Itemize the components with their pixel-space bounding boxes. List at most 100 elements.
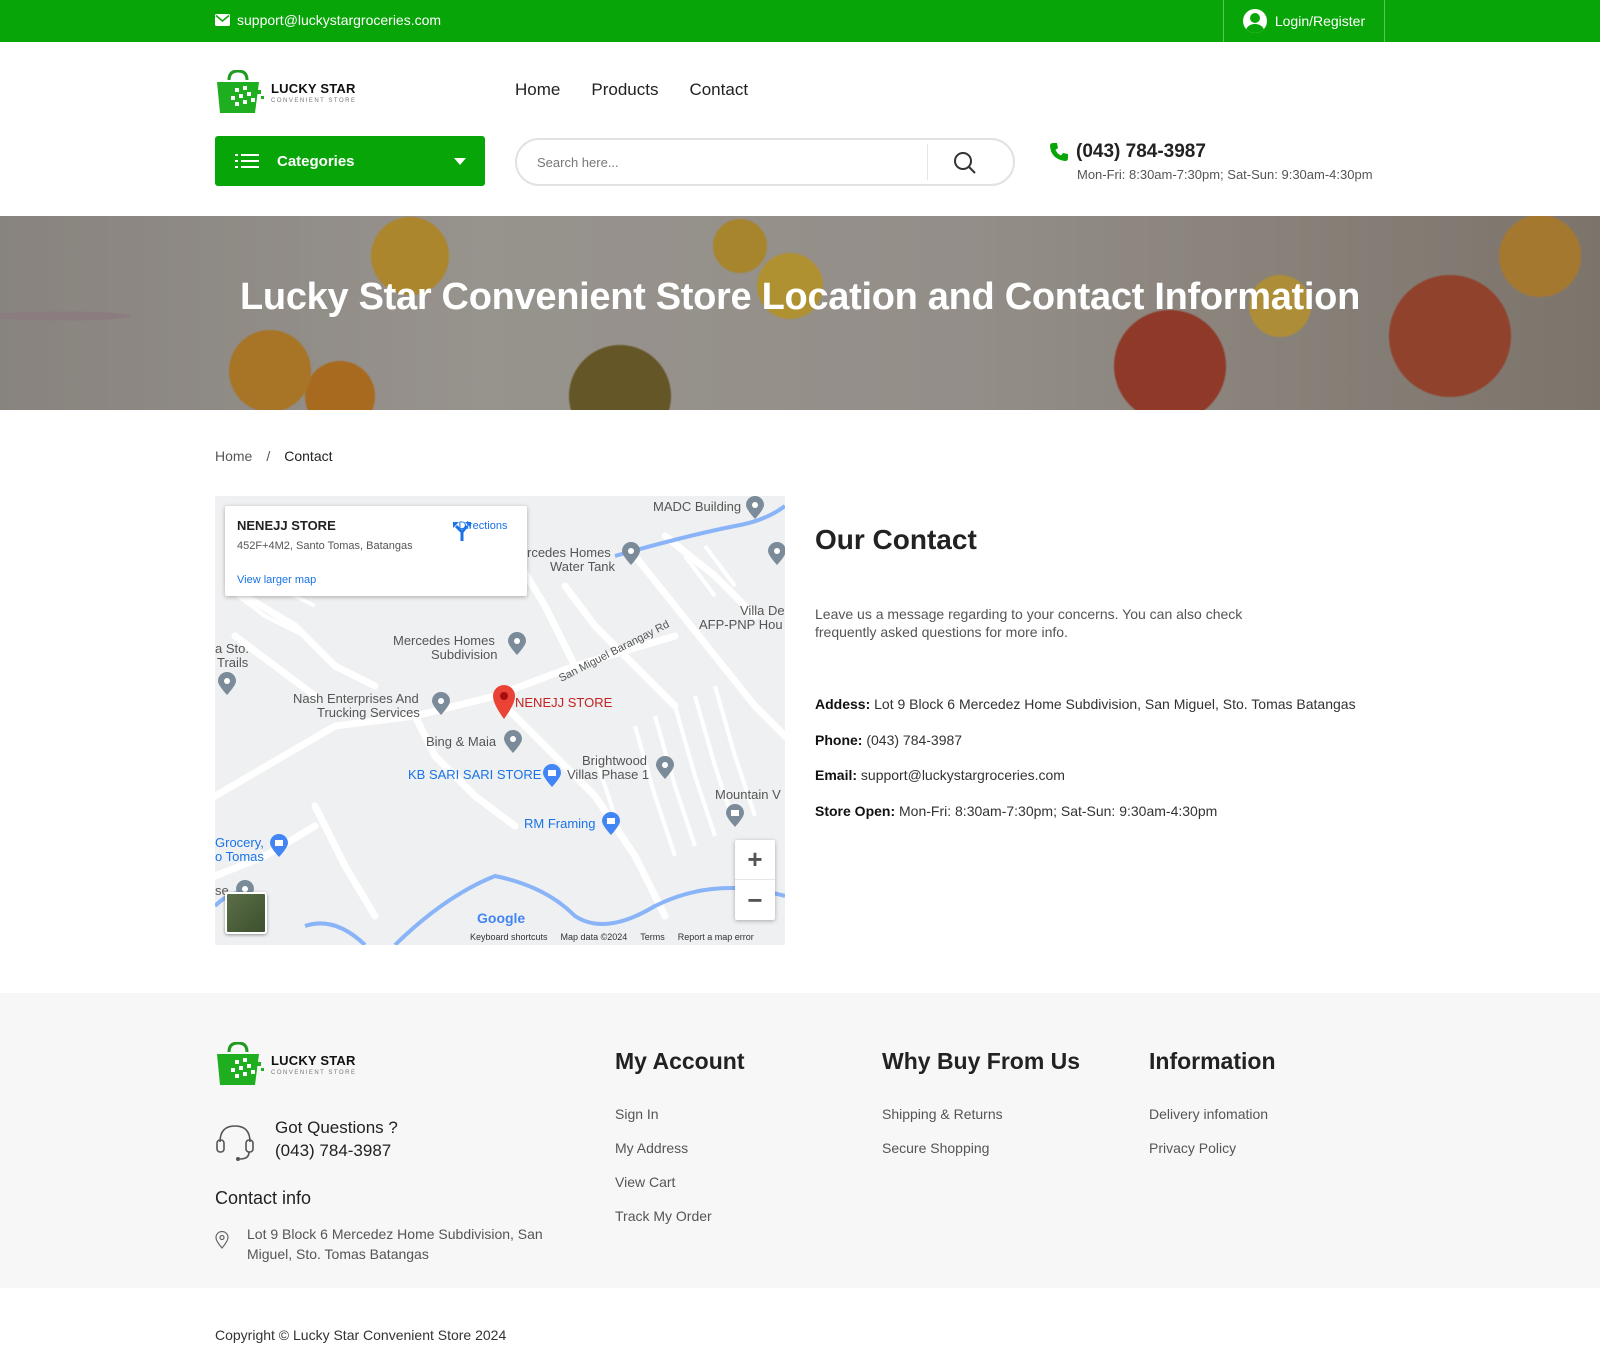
categories-label: Categories [277,152,355,170]
shopping-bag-logo-icon [217,70,264,113]
main-nav: Home Products Contact [515,80,748,100]
footer-link-secure-shopping[interactable]: Secure Shopping [882,1140,989,1156]
phone-icon [1050,143,1068,161]
location-pin-icon[interactable] [491,684,517,720]
contact-address-value: Lot 9 Block 6 Mercedez Home Subdivision,… [874,696,1356,712]
top-email-text: support@luckystargroceries.com [237,12,442,28]
footer-got-questions: Got Questions ? [275,1118,398,1137]
nav-products[interactable]: Products [591,80,658,100]
map-label-brightwood-1: Brightwood [582,753,648,768]
map-info-card: NENEJJ STORE 452F+4M2, Santo Tomas, Bata… [225,506,527,596]
footer-link-delivery-information[interactable]: Delivery infomation [1149,1106,1268,1122]
envelope-icon [215,14,230,26]
map-label-nash-1: Nash Enterprises And [293,691,419,706]
footer-address: Lot 9 Block 6 Mercedez Home Subdivision,… [247,1226,543,1262]
top-bar: support@luckystargroceries.com Login/Reg… [0,0,1600,42]
search-input[interactable] [537,142,917,182]
shopping-poi-icon[interactable] [601,812,621,836]
breadcrumb: Home / Contact [215,448,333,464]
map-poi-icon[interactable] [621,542,641,566]
map-poi-icon[interactable] [217,672,237,696]
logo-subtitle: CONVENIENT STORE [271,97,357,104]
top-email[interactable]: support@luckystargroceries.com [215,12,441,28]
map-poi-icon[interactable] [767,542,785,566]
map-label-water-tank-1: rcedes Homes [527,545,611,560]
map-label-mountain: Mountain V [715,787,781,802]
map-poi-icon[interactable] [431,692,451,716]
map-label-sto-1: a Sto. [215,641,249,656]
map-label-sto-2: Trails [217,655,249,670]
breadcrumb-home[interactable]: Home [215,448,252,464]
search-icon[interactable] [952,150,978,176]
contact-address-label: Addess: [815,696,871,712]
map-label-madc: MADC Building [653,499,742,514]
map-place-address: 452F+4M2, Santo Tomas, Batangas [237,540,413,552]
logo-title: LUCKY STAR [271,80,356,96]
map-satellite-toggle[interactable] [225,892,267,934]
footer-link-track-order[interactable]: Track My Order [615,1208,712,1224]
view-larger-map-link[interactable]: View larger map [237,574,316,586]
hero-banner: Lucky Star Convenient Store Location and… [0,216,1600,410]
contact-hours-label: Store Open: [815,803,896,819]
cart-poi-icon[interactable] [269,834,289,858]
our-contact-title: Our Contact [815,524,977,555]
search-divider [927,144,928,180]
contact-phone-row: Phone: (043) 784-3987 [815,732,962,748]
footer-link-shipping-returns[interactable]: Shipping & Returns [882,1106,1003,1122]
footer-link-my-address[interactable]: My Address [615,1140,688,1156]
keyboard-shortcuts-link[interactable]: Keyboard shortcuts [470,932,548,942]
page-title: Lucky Star Convenient Store Location and… [240,276,1360,318]
map-label-bing-maia: Bing & Maia [426,734,497,749]
our-contact-description: Leave us a message regarding to your con… [815,606,1243,640]
copyright-text: Copyright © Lucky Star Convenient Store … [215,1327,507,1343]
zoom-out-button[interactable]: − [735,880,775,920]
login-register-button[interactable]: Login/Register [1223,0,1385,42]
map-label-grocery-1: Grocery, [215,835,264,850]
map-label-kb-sari: KB SARI SARI STORE [408,767,542,782]
footer-link-privacy-policy[interactable]: Privacy Policy [1149,1140,1236,1156]
location-pin-icon [215,1231,229,1249]
footer-logo[interactable]: LUCKY STAR CONVENIENT STORE [215,1042,356,1086]
contact-phone-value[interactable]: (043) 784-3987 [866,732,962,748]
zoom-in-button[interactable]: + [735,840,775,880]
footer-contact-info-title: Contact info [215,1188,312,1208]
headset-icon [216,1125,254,1161]
footer-link-view-cart[interactable]: View Cart [615,1174,675,1190]
map-label-water-tank-2: Water Tank [550,559,616,574]
map-poi-icon[interactable] [503,730,523,754]
map-data-text: Map data ©2024 [560,932,628,942]
contact-email-row: Email: support@luckystargroceries.com [815,767,1065,783]
contact-email-value[interactable]: support@luckystargroceries.com [861,767,1065,783]
map-label-villa-1: Villa De [740,603,785,618]
breadcrumb-separator: / [266,448,271,464]
footer-phone-number[interactable]: (043) 784-3987 [275,1141,391,1161]
footer-information-title: Information [1149,1048,1276,1074]
map-poi-icon[interactable] [655,756,675,780]
site-logo[interactable]: LUCKY STAR CONVENIENT STORE [215,70,356,114]
map-attribution: Keyboard shortcuts Map data ©2024 Terms … [470,932,754,942]
nav-home[interactable]: Home [515,80,560,100]
header-phone-number[interactable]: (043) 784-3987 [1076,141,1206,163]
map-poi-icon[interactable] [507,632,527,656]
directions-button[interactable]: Directions [451,520,515,541]
categories-dropdown[interactable]: Categories [215,136,485,186]
footer-why-buy-title: Why Buy From Us [882,1048,1081,1074]
map-label-nenejj: NENEJJ STORE [515,695,613,710]
chevron-down-icon [454,158,466,165]
museum-poi-icon[interactable] [725,804,745,828]
map-zoom-controls: + − [735,840,775,920]
map-place-name: NENEJJ STORE [237,518,336,533]
search-box [515,138,1015,186]
google-map[interactable]: NENEJJ STORE 452F+4M2, Santo Tomas, Bata… [215,496,785,945]
nav-contact[interactable]: Contact [689,80,748,100]
map-label-mercedes-1: Mercedes Homes [393,633,495,648]
report-map-error-link[interactable]: Report a map error [678,932,754,942]
map-label-grocery-2: o Tomas [215,849,264,864]
contact-phone-label: Phone: [815,732,863,748]
shopping-poi-icon[interactable] [542,764,562,788]
footer-link-sign-in[interactable]: Sign In [615,1106,659,1122]
terms-link[interactable]: Terms [640,932,665,942]
map-poi-icon[interactable] [745,496,765,520]
logo-subtitle: CONVENIENT STORE [271,1069,357,1076]
header-store-hours: Mon-Fri: 8:30am-7:30pm; Sat-Sun: 9:30am-… [1077,167,1373,182]
